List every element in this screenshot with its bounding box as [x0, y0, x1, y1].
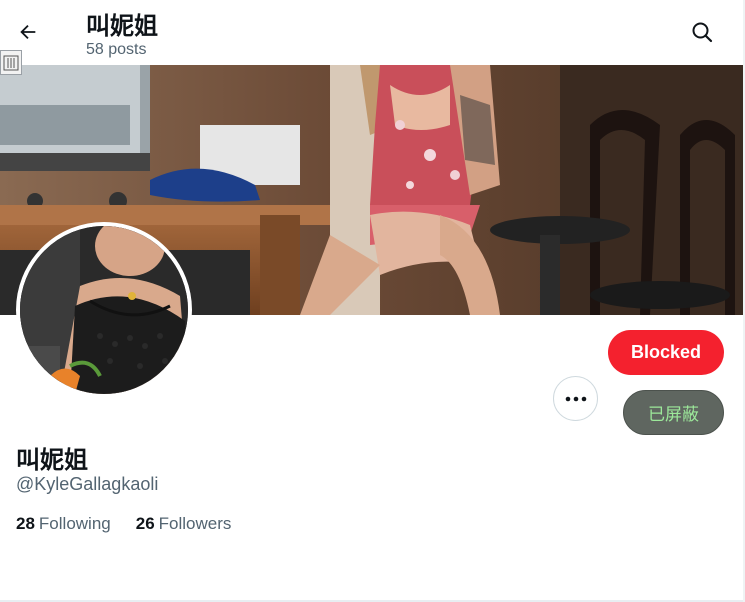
user-handle: @KyleGallagkaoli	[16, 474, 159, 494]
followers-label: Followers	[158, 514, 232, 533]
following-count: 28	[16, 514, 35, 533]
more-button[interactable]	[553, 376, 598, 421]
display-name: 叫妮姐	[16, 446, 88, 474]
arrow-left-icon	[20, 24, 36, 40]
search-button[interactable]	[684, 14, 720, 50]
followers-count: 26	[135, 514, 155, 533]
posts-count: 58 posts	[86, 41, 147, 58]
follow-stats: 28 Following 26 Followers	[16, 514, 231, 534]
avatar-photo	[20, 226, 188, 394]
following-link[interactable]: 28 Following	[16, 514, 111, 534]
followers-link[interactable]: 26 Followers	[136, 514, 232, 534]
avatar[interactable]	[16, 222, 192, 398]
back-button[interactable]	[10, 14, 46, 50]
profile-header: 叫妮姐 58 posts	[0, 0, 745, 65]
header-title: 叫妮姐	[86, 12, 158, 40]
search-icon	[692, 22, 713, 43]
more-horizontal-icon	[565, 396, 586, 401]
blocked-button[interactable]: Blocked	[608, 330, 724, 375]
following-label: Following	[38, 514, 111, 533]
hidden-button[interactable]: 已屏蔽	[623, 390, 724, 435]
page-corner-icon	[0, 50, 22, 75]
